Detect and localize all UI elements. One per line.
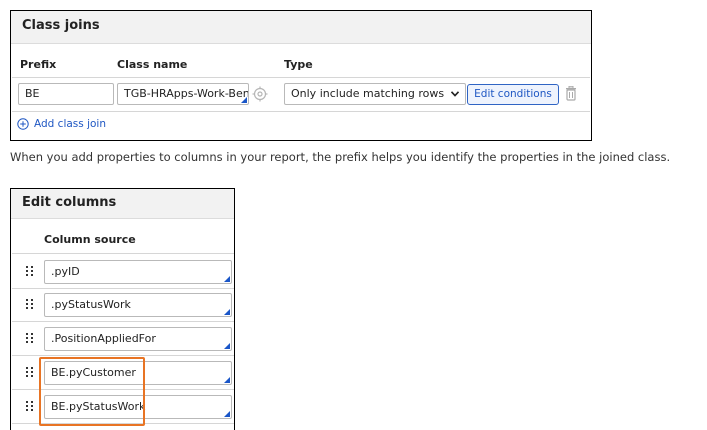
type-column-header: Type: [284, 58, 313, 71]
drag-handle-icon[interactable]: [26, 266, 34, 278]
header-divider: [12, 253, 234, 254]
column-source-value: .pyID: [51, 265, 80, 278]
column-source-input[interactable]: .pyStatusWork: [44, 293, 232, 317]
autocomplete-corner-icon: [224, 377, 230, 383]
drag-handle-icon[interactable]: [26, 401, 34, 413]
row-divider: [12, 288, 234, 289]
row-divider: [12, 321, 234, 322]
description-text: When you add properties to columns in yo…: [10, 150, 671, 164]
row-divider: [12, 355, 234, 356]
edit-columns-title: Edit columns: [22, 195, 117, 210]
column-source-value: .PositionAppliedFor: [51, 332, 156, 345]
target-icon[interactable]: [252, 86, 268, 102]
table-row: .PositionAppliedFor: [11, 325, 236, 353]
header-divider: [12, 77, 590, 78]
column-source-value: .pyStatusWork: [51, 298, 131, 311]
edit-columns-panel: Edit columns Column source .pyID .pyStat…: [10, 188, 235, 430]
table-row: .pyStatusWork: [11, 291, 236, 319]
type-select[interactable]: Only include matching rows: [284, 83, 466, 105]
trash-icon[interactable]: [565, 86, 577, 101]
edit-conditions-button[interactable]: Edit conditions: [467, 84, 559, 105]
column-source-input[interactable]: .PositionAppliedFor: [44, 327, 232, 351]
column-source-header: Column source: [44, 233, 136, 246]
joined-class-highlight: [39, 357, 145, 426]
drag-handle-icon[interactable]: [26, 333, 34, 345]
autocomplete-corner-icon: [224, 411, 230, 417]
add-class-join-label: Add class join: [34, 118, 106, 130]
class-name-value: TGB-HRApps-Work-Bene: [124, 87, 249, 100]
class-joins-title: Class joins: [22, 18, 100, 33]
type-select-value: Only include matching rows: [291, 87, 445, 100]
drag-handle-icon[interactable]: [26, 367, 34, 379]
edit-columns-header: Edit columns: [11, 189, 234, 219]
autocomplete-corner-icon: [224, 343, 230, 349]
row-divider: [12, 111, 590, 112]
autocomplete-corner-icon: [241, 97, 247, 103]
prefix-column-header: Prefix: [20, 58, 57, 71]
column-source-input[interactable]: .pyID: [44, 260, 232, 284]
class-joins-header: Class joins: [11, 11, 591, 44]
class-joins-panel: Class joins Prefix Class name Type BE TG…: [10, 10, 592, 141]
chevron-down-icon: [451, 91, 459, 97]
class-name-input[interactable]: TGB-HRApps-Work-Bene: [117, 83, 249, 105]
prefix-input[interactable]: BE: [18, 83, 114, 105]
add-circle-icon: [17, 118, 29, 130]
autocomplete-corner-icon: [224, 309, 230, 315]
table-row: .pyID: [11, 258, 236, 286]
drag-handle-icon[interactable]: [26, 299, 34, 311]
autocomplete-corner-icon: [224, 276, 230, 282]
class-name-column-header: Class name: [117, 58, 188, 71]
